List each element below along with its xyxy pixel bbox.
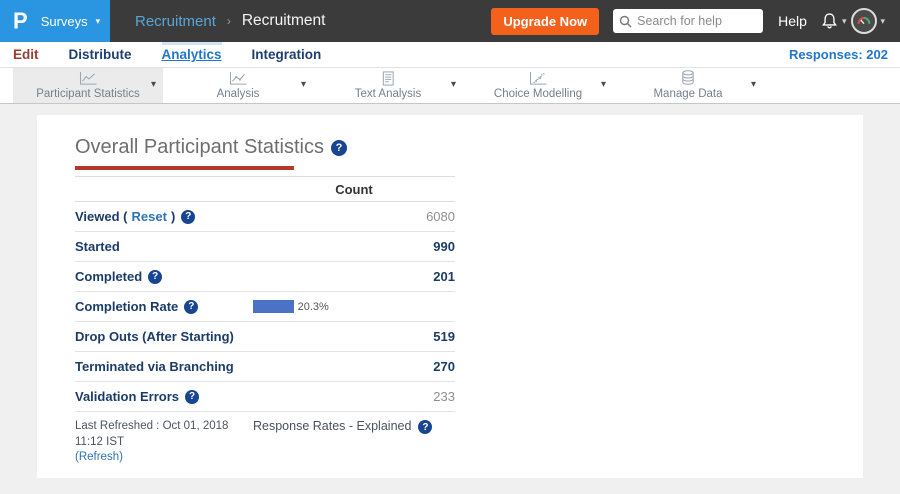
- completion-rate-bar: [253, 300, 294, 313]
- table-row-started: Started 990: [75, 232, 455, 262]
- table-row-completed: Completed 201: [75, 262, 455, 292]
- search-icon: [619, 15, 632, 27]
- row-label: Drop Outs (After Starting): [75, 329, 234, 344]
- table-footer: Last Refreshed : Oct 01, 2018 11:12 IST …: [75, 419, 455, 466]
- row-label: Terminated via Branching: [75, 359, 234, 374]
- gauge-icon: [857, 16, 871, 25]
- responses-count: Responses: 202: [789, 47, 888, 62]
- chevron-down-icon: ▾: [95, 15, 101, 26]
- help-icon[interactable]: [418, 420, 433, 434]
- title-red-underline: [75, 166, 294, 170]
- row-value: 233: [433, 389, 455, 404]
- page-title: Overall Participant Statistics: [75, 136, 324, 158]
- breadcrumb: Recruitment › Recruitment: [135, 12, 325, 30]
- table-row-validation-errors: Validation Errors 233: [75, 382, 455, 412]
- line-chart-icon: [78, 71, 98, 86]
- table-row-drop-outs: Drop Outs (After Starting) 519: [75, 322, 455, 352]
- surveys-menu-label: Surveys: [40, 13, 88, 29]
- row-label: Completion Rate: [75, 299, 179, 314]
- chevron-down-icon: ▾: [600, 79, 606, 90]
- row-value: 201: [433, 269, 455, 284]
- tab-distribute[interactable]: Distribute: [69, 42, 132, 67]
- refresh-link[interactable]: (Refresh): [75, 451, 123, 463]
- completion-rate-label: 20.3%: [297, 300, 329, 313]
- help-icon[interactable]: [148, 269, 163, 284]
- top-bar: P Surveys ▾ Recruitment › Recruitment Up…: [0, 0, 900, 42]
- row-label-suffix: ): [170, 209, 176, 224]
- toolbar-analysis[interactable]: Analysis ▾: [163, 68, 313, 103]
- row-label-group: Terminated via Branching: [75, 359, 253, 374]
- notifications-button[interactable]: ▾: [820, 12, 852, 31]
- help-icon[interactable]: [181, 209, 196, 224]
- account-menu[interactable]: ▾: [851, 8, 890, 34]
- tab-analytics[interactable]: Analytics: [162, 42, 222, 67]
- step-chart-icon: [528, 71, 548, 86]
- upgrade-now-button[interactable]: Upgrade Now: [491, 7, 600, 35]
- row-label: Viewed (: [75, 209, 128, 224]
- row-label-group: Drop Outs (After Starting): [75, 329, 253, 344]
- toolbar-item-label: Choice Modelling: [493, 88, 583, 100]
- chevron-down-icon: ▾: [750, 79, 756, 90]
- response-rates-explained-text: Response Rates - Explained: [253, 419, 412, 433]
- toolbar-item-label: Text Analysis: [354, 88, 422, 100]
- row-label: Validation Errors: [75, 389, 180, 404]
- questionpro-logo: P: [13, 7, 28, 34]
- row-label-group: Validation Errors: [75, 389, 253, 404]
- toolbar-choice-modelling[interactable]: Choice Modelling ▾: [463, 68, 613, 103]
- row-label-group: Viewed ( Reset ): [75, 209, 253, 224]
- row-label: Completed: [75, 269, 143, 284]
- last-refreshed-text: Last Refreshed : Oct 01, 2018 11:12 IST: [75, 420, 229, 448]
- row-value: 519: [433, 329, 455, 344]
- surveys-product-menu[interactable]: P Surveys ▾: [0, 0, 110, 42]
- breadcrumb-separator-icon: ›: [226, 14, 231, 28]
- completion-rate-cell: 20.3%: [253, 300, 455, 313]
- row-label-group: Completed: [75, 269, 253, 284]
- table-row-completion-rate: Completion Rate 20.3%: [75, 292, 455, 322]
- search-input[interactable]: [637, 14, 758, 28]
- chevron-down-icon: ▾: [880, 15, 885, 26]
- row-value: 270: [433, 359, 455, 374]
- page-content: Overall Participant Statistics Count Vie…: [0, 104, 900, 494]
- topbar-right-group: Upgrade Now Help ▾ ▾: [491, 7, 900, 35]
- row-value: 6080: [426, 209, 455, 224]
- chevron-down-icon: ▾: [841, 15, 847, 26]
- table-row-terminated: Terminated via Branching 270: [75, 352, 455, 382]
- help-icon[interactable]: [184, 299, 199, 314]
- chevron-down-icon: ▾: [150, 79, 156, 90]
- count-column-header: Count: [335, 181, 373, 197]
- toolbar-text-analysis[interactable]: Text Analysis ▾: [313, 68, 463, 103]
- toolbar-item-label: Participant Statistics: [36, 88, 140, 100]
- row-label-group: Completion Rate: [75, 299, 253, 314]
- breadcrumb-parent[interactable]: Recruitment: [135, 13, 216, 30]
- table-header-row: Count: [75, 176, 455, 202]
- toolbar-manage-data[interactable]: Manage Data ▾: [613, 68, 763, 103]
- toolbar-item-label: Manage Data: [653, 88, 723, 100]
- toolbar-participant-statistics[interactable]: Participant Statistics ▾: [13, 68, 163, 103]
- help-icon[interactable]: [185, 389, 200, 404]
- analysis-chart-icon: [228, 71, 248, 86]
- chevron-down-icon: ▾: [300, 79, 306, 90]
- bell-icon: [821, 12, 837, 28]
- row-label: Started: [75, 239, 120, 254]
- breadcrumb-current: Recruitment: [241, 12, 326, 29]
- participant-statistics-table: Count Viewed ( Reset ) 6080 Started 990: [75, 176, 455, 466]
- row-value: 990: [433, 239, 455, 254]
- reset-link[interactable]: Reset: [132, 209, 167, 224]
- document-icon: [380, 71, 396, 86]
- tab-integration[interactable]: Integration: [252, 42, 322, 67]
- tab-edit[interactable]: Edit: [13, 42, 39, 67]
- row-label-group: Started: [75, 239, 253, 254]
- title-help-icon[interactable]: [330, 139, 347, 156]
- toolbar-item-label: Analysis: [216, 88, 260, 100]
- table-row-viewed: Viewed ( Reset ) 6080: [75, 202, 455, 232]
- avatar: [851, 8, 878, 34]
- help-link[interactable]: Help: [778, 13, 807, 29]
- survey-nav-tabs: Edit Distribute Analytics Integration Re…: [0, 42, 900, 68]
- chevron-down-icon: ▾: [450, 79, 456, 90]
- statistics-card: Overall Participant Statistics Count Vie…: [37, 115, 863, 478]
- database-icon: [680, 70, 696, 86]
- analytics-toolbar: Participant Statistics ▾ Analysis ▾ Text…: [0, 68, 900, 104]
- help-search-box[interactable]: [613, 9, 764, 33]
